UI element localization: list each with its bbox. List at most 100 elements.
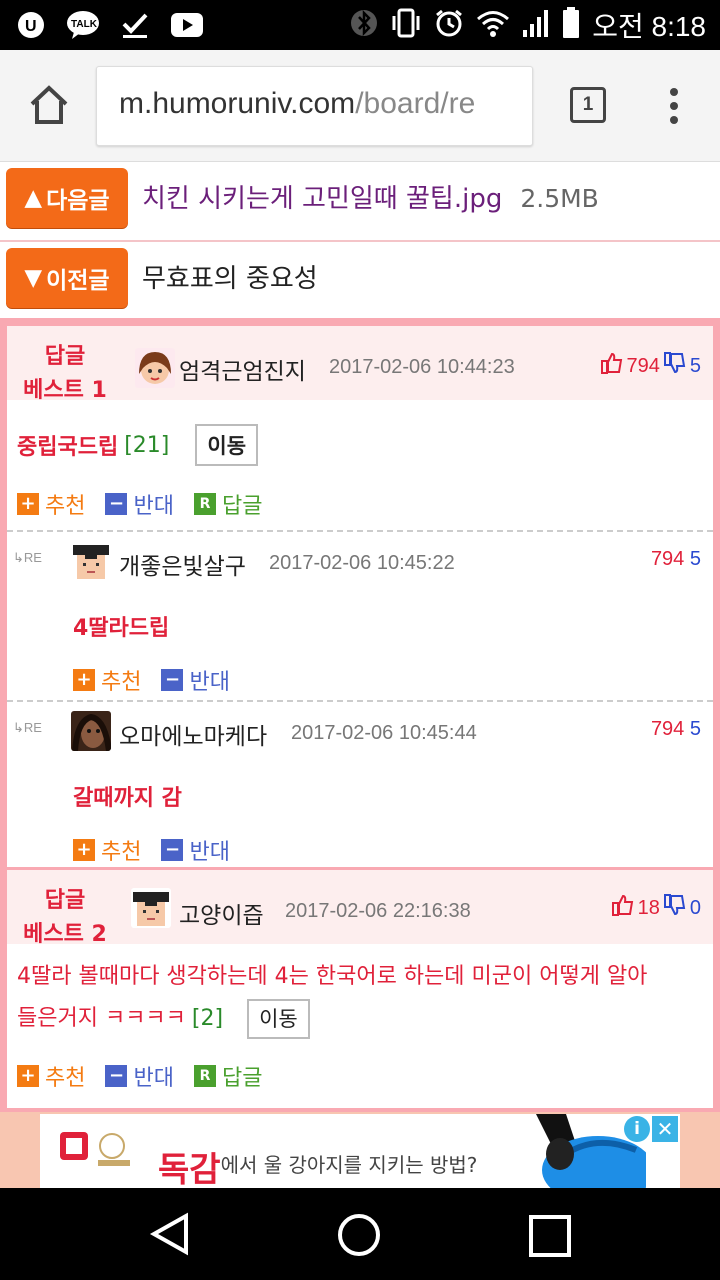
oppose-button[interactable]: − 반대	[161, 664, 230, 696]
ad-close-icon[interactable]: ✕	[652, 1116, 678, 1142]
signal-icon	[522, 8, 550, 42]
recommend-button[interactable]: + 추천	[17, 488, 85, 520]
downvote-count: 5	[689, 354, 701, 377]
comment-date: 2017-02-06 22:16:38	[285, 900, 471, 922]
comment-header: 답글 베스트 2 고양이즙 2017-02-06 22:16:38 18 0	[7, 870, 713, 947]
battery-icon	[562, 7, 580, 43]
comment-author[interactable]: 엄격근엄진지	[179, 352, 306, 386]
reply-button[interactable]: R 답글	[193, 1060, 262, 1092]
reply-body: 4딸라드립	[73, 616, 170, 641]
ad-strip: 독감에서 울 강아지를 지키는 방법? i ✕	[0, 1112, 720, 1188]
oppose-button[interactable]: − 반대	[105, 488, 174, 520]
next-post-button[interactable]: ▲ 다음글	[6, 168, 128, 228]
checkmark-icon	[118, 8, 152, 42]
plus-icon: +	[17, 1065, 39, 1087]
reply-actions: + 추천 − 반대	[73, 834, 230, 866]
avatar[interactable]	[131, 888, 171, 928]
u-plus-icon: U	[14, 8, 48, 42]
avatar[interactable]	[71, 541, 111, 581]
up-arrow-icon: ▲	[24, 185, 43, 211]
ad-info-icon[interactable]: i	[624, 1116, 650, 1142]
reply-arrow-icon: ↳RE	[13, 720, 42, 735]
android-nav-bar	[0, 1188, 720, 1280]
oppose-button[interactable]: − 반대	[161, 834, 230, 866]
vote-counts: 18 0	[611, 894, 701, 922]
reply-date: 2017-02-06 10:45:22	[269, 552, 455, 574]
overflow-menu-icon[interactable]	[664, 84, 684, 128]
browser-toolbar: m.humoruniv.com/board/re 1	[0, 50, 720, 162]
best-badge: 답글 베스트 2	[23, 888, 107, 947]
best-comment-2: 답글 베스트 2 고양이즙 2017-02-06 22:16:38 18 0 4…	[7, 870, 713, 1108]
svg-text:U: U	[25, 18, 37, 35]
minus-icon: −	[161, 669, 184, 691]
recommend-button[interactable]: + 추천	[73, 834, 141, 866]
comment-body: 중립국드립 [21] 이동	[17, 424, 259, 466]
svg-text:TALK: TALK	[71, 19, 98, 30]
oppose-button[interactable]: − 반대	[105, 1060, 174, 1092]
plus-icon: +	[73, 839, 95, 861]
plus-icon: +	[73, 669, 95, 691]
reply-count: [2]	[191, 1006, 224, 1031]
url-host: m.humoruniv.com	[119, 87, 356, 120]
home-icon[interactable]	[26, 82, 72, 128]
avatar[interactable]	[71, 711, 111, 751]
recent-apps-icon[interactable]	[528, 1214, 572, 1262]
down-arrow-icon: ▼	[24, 265, 43, 291]
alarm-icon	[434, 8, 464, 42]
youtube-icon	[170, 8, 204, 42]
ad-banner[interactable]: 독감에서 울 강아지를 지키는 방법? i ✕	[40, 1114, 680, 1188]
reply-icon: R	[193, 1065, 216, 1087]
reply-icon: R	[193, 493, 216, 515]
next-post-link[interactable]: 치킨 시키는게 고민일때 꿀팁.jpg 2.5MB	[142, 178, 599, 215]
prev-post-button[interactable]: ▼ 이전글	[6, 248, 128, 308]
url-path: /board/re	[355, 87, 476, 120]
reply-vote-counts: 794 5	[650, 548, 701, 570]
ad-logo-icon	[60, 1130, 146, 1174]
divider	[7, 700, 713, 702]
best-comments-section: 답글 베스트 1 엄격근엄진지 2017-02-06 10:44:23 794 …	[0, 318, 720, 1112]
kakaotalk-icon: TALK	[66, 8, 100, 42]
comment-date: 2017-02-06 10:44:23	[329, 356, 515, 378]
vote-counts: 794 5	[600, 352, 701, 380]
reply-body: 갈때까지 감	[73, 786, 182, 811]
wifi-icon	[476, 9, 510, 41]
plus-icon: +	[17, 493, 39, 515]
thumbs-up-icon	[611, 894, 634, 922]
thumbs-down-icon	[663, 894, 686, 922]
reply-count: [21]	[124, 432, 170, 458]
reply-arrow-icon: ↳RE	[13, 550, 42, 565]
reply-author[interactable]: 오마에노마케다	[119, 717, 267, 751]
divider	[7, 530, 713, 532]
reply-date: 2017-02-06 10:45:44	[291, 722, 477, 744]
tab-switcher-button[interactable]: 1	[570, 87, 606, 123]
prev-post-link[interactable]: 무효표의 중요성	[142, 258, 318, 295]
home-nav-icon[interactable]	[336, 1212, 382, 1262]
vibrate-icon	[390, 8, 422, 42]
minus-icon: −	[105, 1065, 128, 1087]
recommend-button[interactable]: + 추천	[73, 664, 141, 696]
recommend-button[interactable]: + 추천	[17, 1060, 85, 1092]
minus-icon: −	[161, 839, 184, 861]
reply-actions: + 추천 − 반대	[73, 664, 230, 696]
back-icon[interactable]	[148, 1212, 192, 1260]
file-size: 2.5MB	[520, 184, 599, 213]
comment-actions: + 추천 − 반대 R 답글	[17, 488, 262, 520]
downvote-count: 0	[689, 896, 701, 919]
ad-text[interactable]: 독감에서 울 강아지를 지키는 방법?	[158, 1142, 477, 1188]
comment-body: 4딸라 볼때마다 생각하는데 4는 한국어로 하는데 미군이 어떻게 알아 들은…	[17, 956, 707, 1040]
reply-author[interactable]: 개좋은빛살구	[119, 547, 246, 581]
status-bar: U TALK 오전 8:18	[0, 0, 720, 50]
move-button[interactable]: 이동	[195, 424, 259, 466]
upvote-count: 18	[637, 896, 660, 919]
prev-post-row: ▼ 이전글 무효표의 중요성	[0, 242, 720, 322]
best-comment-1: 답글 베스트 1 엄격근엄진지 2017-02-06 10:44:23 794 …	[7, 326, 713, 867]
move-button[interactable]: 이동	[247, 999, 310, 1039]
best-badge: 답글 베스트 1	[23, 344, 107, 403]
upvote-count: 794	[626, 354, 660, 377]
thumbs-down-icon	[663, 352, 686, 380]
reply-button[interactable]: R 답글	[193, 488, 262, 520]
bluetooth-icon	[350, 7, 378, 43]
comment-author[interactable]: 고양이즙	[179, 896, 264, 930]
url-bar[interactable]: m.humoruniv.com/board/re	[96, 66, 533, 146]
avatar[interactable]	[135, 348, 175, 388]
